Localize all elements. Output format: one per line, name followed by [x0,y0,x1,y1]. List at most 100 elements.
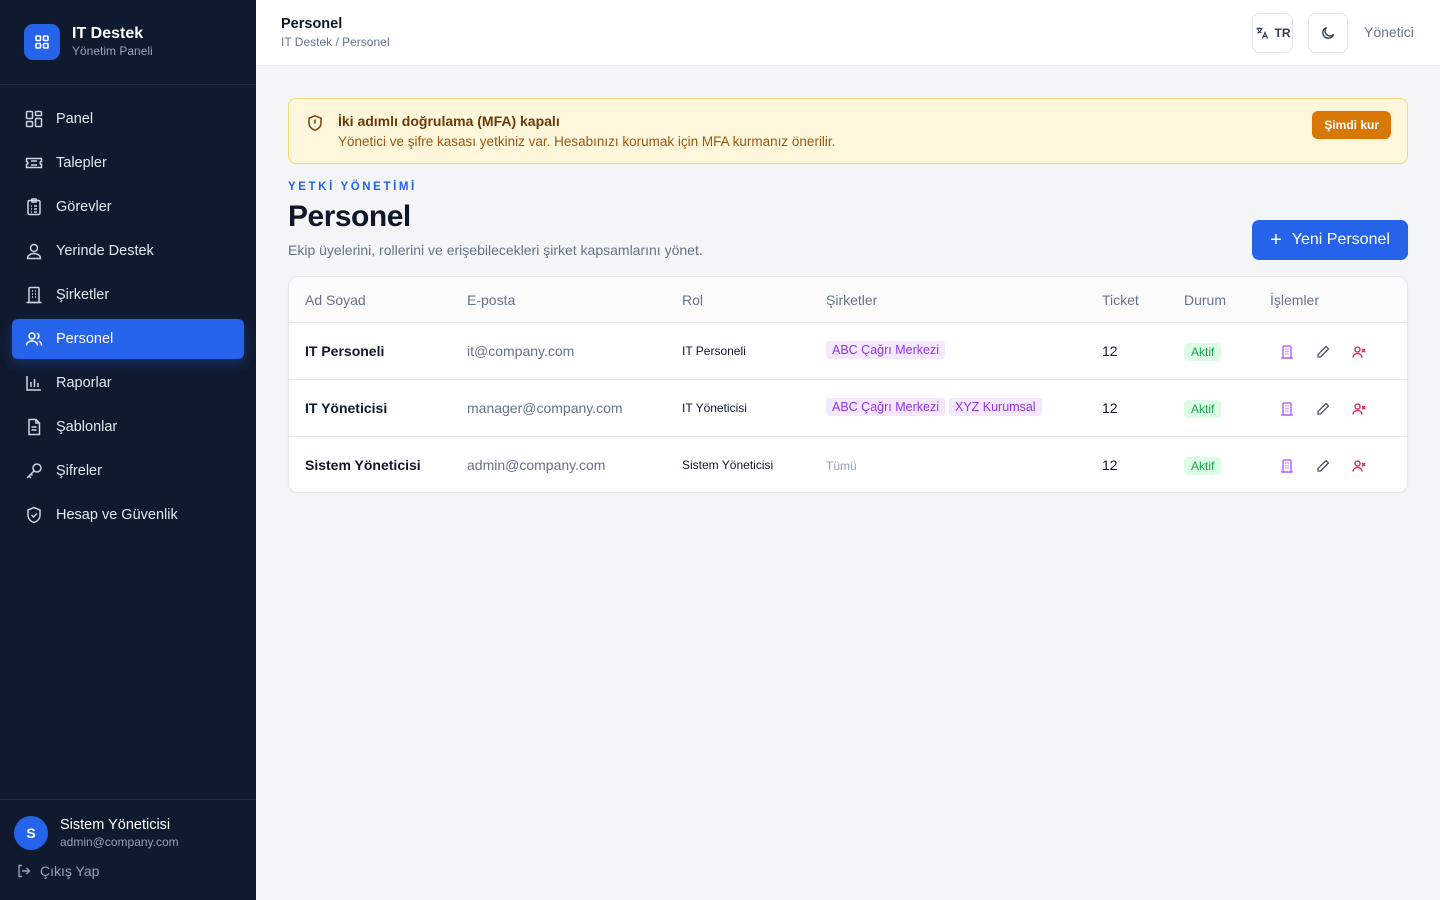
shield-check-icon [24,505,44,525]
users-icon [24,329,44,349]
sidebar-item-label: Raporlar [56,375,112,391]
grid-icon [24,24,60,60]
sidebar-nav: Panel Talepler Görevler Yerinde Destek Ş… [0,85,256,535]
row-companies: ABC Çağrı Merkezi [826,341,949,359]
sidebar-item-talepler[interactable]: Talepler [12,143,244,183]
user-pin-icon [24,241,44,261]
status-badge: Aktif [1184,400,1222,418]
logout-button[interactable]: Çıkış Yap [16,863,242,879]
sidebar-item-label: Talepler [56,155,107,171]
company-chip: ABC Çağrı Merkezi [826,398,945,416]
page-title: Personel [288,200,411,233]
logout-icon [16,863,32,879]
companies-icon[interactable] [1277,342,1297,362]
section-eyebrow: YETKİ YÖNETİMİ [288,181,417,193]
sidebar-item-label: Görevler [56,199,112,215]
moon-icon [1320,25,1336,41]
row-companies: ABC Çağrı Merkezi XYZ Kurumsal [826,398,1046,416]
sidebar-item-label: Yerinde Destek [56,243,154,259]
table-row: IT Yöneticisi manager@company.com IT Yön… [289,380,1407,437]
row-name: IT Yöneticisi [305,400,388,416]
personnel-table: Ad Soyad E-posta Rol Şirketler Ticket Du… [288,276,1408,493]
remove-user-icon[interactable] [1349,456,1369,476]
row-ticket-count: 12 [1102,400,1118,416]
key-icon [24,461,44,481]
translate-icon [1255,26,1269,40]
shield-alert-icon [306,114,324,137]
sidebar-item-gorevler[interactable]: Görevler [12,187,244,227]
alert-message: Yönetici ve şifre kasası yetkiniz var. H… [338,134,836,149]
sidebar-item-label: Panel [56,111,94,127]
sidebar-item-yerinde-destek[interactable]: Yerinde Destek [12,231,244,271]
plus-icon: + [1270,229,1282,251]
row-name: Sistem Yöneticisi [305,457,421,473]
column-header-status[interactable]: Durum [1184,292,1226,308]
edit-icon[interactable] [1313,342,1333,362]
dashboard-icon [24,109,44,129]
companies-icon[interactable] [1277,399,1297,419]
row-ticket-count: 12 [1102,343,1118,359]
brand[interactable]: IT Destek Yönetim Paneli [0,0,256,85]
column-header-actions: İşlemler [1270,292,1320,308]
table-header: Ad Soyad E-posta Rol Şirketler Ticket Du… [289,277,1407,323]
row-email: manager@company.com [467,400,623,416]
row-companies-all: Tümü [826,459,857,473]
status-badge: Aktif [1184,343,1222,361]
building-icon [24,285,44,305]
sidebar-item-label: Personel [56,331,114,347]
column-header-email[interactable]: E-posta [467,292,515,308]
bar-chart-icon [24,373,44,393]
column-header-ticket[interactable]: Ticket [1102,292,1139,308]
sidebar-item-label: Şifreler [56,463,102,479]
companies-icon[interactable] [1277,456,1297,476]
page-header-title: Personel [281,16,343,32]
sidebar-item-label: Hesap ve Güvenlik [56,507,178,523]
row-role: Sistem Yöneticisi [682,458,774,472]
sidebar-item-sablonlar[interactable]: Şablonlar [12,407,244,447]
page-description: Ekip üyelerini, rollerini ve erişebilece… [288,242,703,258]
row-role: IT Yöneticisi [682,401,747,415]
sidebar-item-sifreler[interactable]: Şifreler [12,451,244,491]
sidebar-item-label: Şablonlar [56,419,118,435]
alert-title: İki adımlı doğrulama (MFA) kapalı [338,113,560,129]
user-panel: S Sistem Yöneticisi admin@company.com Çı… [0,799,256,900]
sidebar-item-label: Şirketler [56,287,110,303]
file-text-icon [24,417,44,437]
logout-label: Çıkış Yap [40,863,100,879]
mfa-alert: İki adımlı doğrulama (MFA) kapalı Yöneti… [288,98,1408,164]
remove-user-icon[interactable] [1349,399,1369,419]
sidebar-item-raporlar[interactable]: Raporlar [12,363,244,403]
company-chip: XYZ Kurumsal [948,398,1042,416]
language-button[interactable]: TR [1252,13,1293,53]
company-chip: ABC Çağrı Merkezi [826,341,945,359]
new-personnel-label: Yeni Personel [1291,231,1390,248]
top-header: Personel IT Destek / Personel TR Yönetic… [256,0,1440,66]
sidebar-item-hesap-ve-guvenlik[interactable]: Hesap ve Güvenlik [12,495,244,535]
table-row: Sistem Yöneticisi admin@company.com Sist… [289,437,1407,492]
edit-icon[interactable] [1313,399,1333,419]
user-name: Sistem Yöneticisi [60,817,171,833]
sidebar-item-panel[interactable]: Panel [12,99,244,139]
remove-user-icon[interactable] [1349,342,1369,362]
column-header-name[interactable]: Ad Soyad [305,292,366,308]
new-personnel-button[interactable]: + Yeni Personel [1252,220,1408,260]
brand-title: IT Destek [72,25,144,42]
row-ticket-count: 12 [1102,457,1118,473]
edit-icon[interactable] [1313,456,1333,476]
user-email: admin@company.com [60,835,179,849]
brand-subtitle: Yönetim Paneli [72,44,153,58]
sidebar-item-sirketler[interactable]: Şirketler [12,275,244,315]
theme-toggle-button[interactable] [1308,13,1348,53]
column-header-role[interactable]: Rol [682,292,703,308]
status-badge: Aktif [1184,457,1222,475]
user-role-label[interactable]: Yönetici [1364,24,1414,40]
breadcrumb: IT Destek / Personel [281,35,390,49]
row-email: it@company.com [467,343,575,359]
avatar[interactable]: S [14,816,48,850]
row-name: IT Personeli [305,343,385,359]
setup-mfa-button[interactable]: Şimdi kur [1312,111,1391,139]
sidebar-item-personel[interactable]: Personel [12,319,244,359]
row-role: IT Personeli [682,344,746,358]
ticket-icon [24,153,44,173]
column-header-companies[interactable]: Şirketler [826,292,877,308]
